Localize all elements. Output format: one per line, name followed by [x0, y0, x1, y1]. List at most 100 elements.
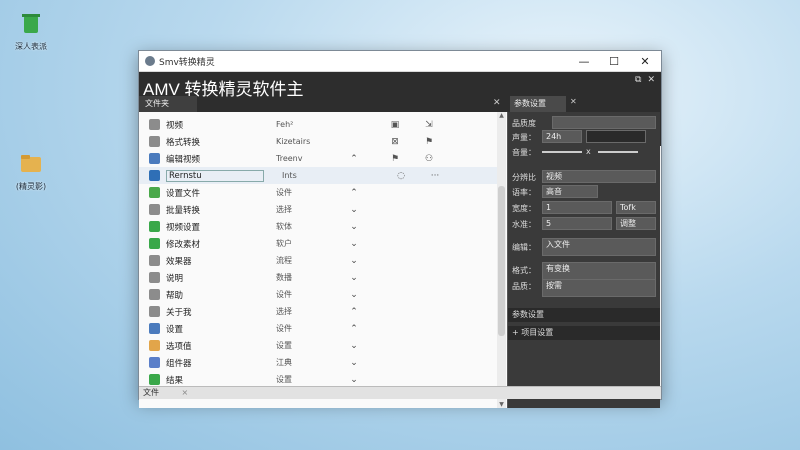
output-field[interactable]: 按需 [542, 279, 656, 297]
section-project[interactable]: + 项目设置 [508, 326, 660, 340]
list-item[interactable]: Rernstu Ints ◌ ··· [139, 167, 497, 184]
doc-icon [149, 204, 160, 215]
recycle-icon [22, 14, 40, 33]
item-type: 设件 [276, 324, 292, 333]
list-item[interactable]: 设置 设件 ⌃ [139, 320, 497, 337]
list-item[interactable]: 设置文件 设件 ⌃ [139, 184, 497, 201]
scroll-thumb[interactable] [498, 186, 505, 336]
media-icon [149, 170, 160, 181]
tab-folder[interactable]: 文件夹 [139, 96, 197, 112]
list-item[interactable]: 修改素材 软户 ⌄ [139, 235, 497, 252]
close-button[interactable]: ✕ [629, 51, 661, 71]
list-item[interactable]: 说明 数播 ⌄ [139, 269, 497, 286]
item-toggle-icon[interactable]: ⌄ [342, 358, 366, 368]
status-file[interactable]: 文件 [139, 387, 179, 399]
section-parameters[interactable]: 参数设置 [508, 308, 660, 322]
item-toggle-icon[interactable]: ⌄ [342, 290, 366, 300]
item-toggle-icon[interactable]: ⌄ [342, 273, 366, 283]
item-toggle-icon[interactable]: ⌃ [342, 324, 366, 334]
restore-icon[interactable]: ⧉ [635, 75, 641, 85]
item-name: 视频设置 [166, 222, 201, 233]
width-unit[interactable]: Tofk [616, 201, 656, 214]
item-action-icon-2[interactable]: ⚇ [414, 154, 444, 164]
edit-field[interactable]: 入文件 [542, 238, 656, 256]
doc-icon [149, 272, 160, 283]
app-window: Smv转换精灵 — ☐ ✕ AMV 转换精灵软件主 ⧉ ✕ 文件夹 ✕ 视频 Fe… [138, 50, 662, 408]
prop-label-width: 宽度： [512, 204, 536, 213]
list-item[interactable]: 效果器 流程 ⌄ [139, 252, 497, 269]
circle-icon [149, 357, 160, 368]
item-toggle-icon[interactable]: ⌄ [342, 239, 366, 249]
status-close[interactable]: × [182, 388, 189, 397]
level-field[interactable]: 5 [542, 217, 612, 230]
app-icon [145, 56, 155, 66]
folder-icon [149, 187, 160, 198]
item-type: 江典 [276, 358, 292, 367]
circle-icon [149, 221, 160, 232]
folder-icon [21, 155, 41, 172]
item-type: Ints [282, 171, 297, 180]
list-item[interactable]: 格式转换 Kizetairs ⊠ ⚑ [139, 133, 497, 150]
item-action-icon[interactable]: ⊠ [380, 137, 410, 147]
item-toggle-icon[interactable]: ⌃ [342, 154, 366, 164]
tab-parameters[interactable]: 参数设置 [510, 96, 566, 112]
item-name: 设置 [166, 324, 184, 335]
list-item[interactable]: 选项值 设置 ⌄ [139, 337, 497, 354]
item-toggle-icon[interactable]: ⌄ [342, 375, 366, 385]
scroll-down-icon[interactable]: ▼ [497, 401, 506, 408]
item-toggle-icon[interactable]: ⌃ [342, 307, 366, 317]
prop-label-rate: 语率： [512, 188, 536, 197]
tab-close-icon[interactable]: ✕ [570, 97, 577, 106]
maximize-button[interactable]: ☐ [599, 51, 629, 71]
rate-field[interactable]: 高音 [542, 185, 598, 198]
list-item[interactable]: 关于我 选择 ⌃ [139, 303, 497, 320]
item-toggle-icon[interactable]: ⌃ [342, 188, 366, 198]
list-item[interactable]: 组件器 江典 ⌄ [139, 354, 497, 371]
prop-label-output: 品质： [512, 282, 536, 291]
item-type: Kizetairs [276, 137, 311, 146]
desktop-icon-label: 深人表派 [15, 42, 47, 51]
pen-icon [149, 136, 160, 147]
doc-icon [149, 119, 160, 130]
pane-close-icon[interactable]: ✕ [493, 98, 501, 108]
item-toggle-icon[interactable]: ⌄ [342, 222, 366, 232]
list-item[interactable]: 视频 Feh² ▣ ⇲ [139, 116, 497, 133]
item-action-icon-2[interactable]: ⚑ [414, 137, 444, 147]
item-name: 组件器 [166, 358, 192, 369]
prop-label-edit: 编辑： [512, 243, 536, 252]
item-action-icon[interactable]: ◌ [386, 171, 416, 181]
quality-field[interactable] [552, 116, 656, 129]
prop-label-audio: 音量： [512, 148, 536, 157]
item-action-icon[interactable]: ▣ [380, 120, 410, 130]
list-item[interactable]: 视频设置 软体 ⌄ [139, 218, 497, 235]
item-name: 帮助 [166, 290, 184, 301]
minimize-button[interactable]: — [569, 51, 599, 71]
close-icon[interactable]: ✕ [647, 75, 655, 85]
format-field[interactable]: 有变换 [542, 262, 656, 280]
item-type: 流程 [276, 256, 292, 265]
level-unit[interactable]: 调整 [616, 217, 656, 230]
item-name: 选项值 [166, 341, 192, 352]
vertical-scrollbar[interactable]: ▲ ▼ [497, 112, 506, 408]
desktop-icon-1[interactable]: 深人表派 [6, 10, 56, 52]
scroll-up-icon[interactable]: ▲ [497, 112, 506, 119]
item-type: 软体 [276, 222, 292, 231]
audio-slider-b[interactable] [598, 151, 638, 153]
resolution-select[interactable]: 视频 [542, 170, 656, 183]
doc-icon [149, 255, 160, 266]
list-item[interactable]: 批量转换 选择 ⌄ [139, 201, 497, 218]
volume-slider[interactable] [586, 130, 646, 143]
list-item[interactable]: 编辑视频 Treenv ⌃ ⚑ ⚇ [139, 150, 497, 167]
width-field[interactable]: 1 [542, 201, 612, 214]
item-action-icon-2[interactable]: ··· [420, 171, 450, 181]
item-toggle-icon[interactable]: ⌄ [342, 256, 366, 266]
item-toggle-icon[interactable]: ⌄ [342, 341, 366, 351]
volume-field[interactable]: 24h [542, 130, 582, 143]
item-action-icon-2[interactable]: ⇲ [414, 120, 444, 130]
audio-slider-a[interactable] [542, 151, 582, 153]
item-type: Feh² [276, 120, 294, 129]
item-toggle-icon[interactable]: ⌄ [342, 205, 366, 215]
desktop-icon-2[interactable]: (精灵影) [6, 150, 56, 192]
item-action-icon[interactable]: ⚑ [380, 154, 410, 164]
list-item[interactable]: 帮助 设件 ⌄ [139, 286, 497, 303]
